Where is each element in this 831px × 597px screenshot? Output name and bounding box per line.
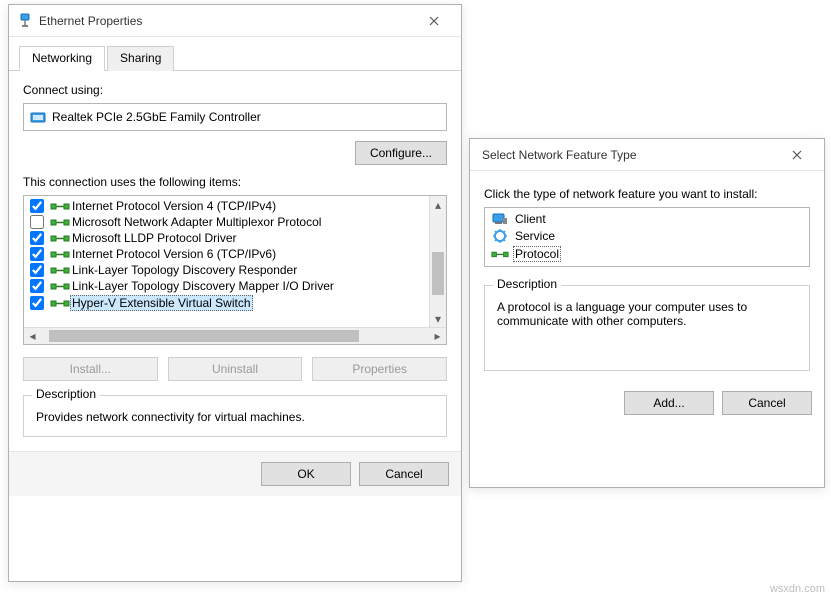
configure-button[interactable]: Configure...	[355, 141, 447, 165]
list-item[interactable]: Link-Layer Topology Discovery Mapper I/O…	[26, 278, 427, 294]
item-checkbox[interactable]	[30, 231, 44, 245]
properties-button[interactable]: Properties	[312, 357, 447, 381]
ok-button[interactable]: OK	[261, 462, 351, 486]
list-item[interactable]: Internet Protocol Version 4 (TCP/IPv4)	[26, 198, 427, 214]
tabstrip: Networking Sharing	[9, 45, 461, 71]
items-listbox[interactable]: Internet Protocol Version 4 (TCP/IPv4) Mi…	[23, 195, 447, 345]
protocol-icon	[50, 216, 66, 228]
protocol-icon	[50, 232, 66, 244]
feature-label: Client	[513, 212, 548, 226]
horizontal-scrollbar[interactable]: ◂ ▸	[24, 327, 446, 344]
protocol-icon	[50, 200, 66, 212]
feature-description-legend: Description	[493, 277, 561, 291]
feature-label: Service	[513, 229, 557, 243]
protocol-icon	[50, 297, 66, 309]
window-title: Select Network Feature Type	[478, 148, 778, 162]
feature-listbox[interactable]: Client Service Protocol	[484, 207, 810, 267]
feature-footer: Add... Cancel	[470, 381, 824, 425]
scroll-right-arrow[interactable]: ▸	[429, 328, 446, 344]
feature-header: Click the type of network feature you wa…	[484, 187, 810, 201]
list-item[interactable]: Microsoft Network Adapter Multiplexor Pr…	[26, 214, 427, 230]
scroll-down-arrow[interactable]: ▾	[430, 310, 446, 327]
titlebar: Ethernet Properties	[9, 5, 461, 37]
items-label: This connection uses the following items…	[23, 175, 447, 189]
ethernet-icon	[17, 13, 33, 29]
item-label: Hyper-V Extensible Virtual Switch	[70, 295, 253, 311]
item-label: Link-Layer Topology Discovery Mapper I/O…	[70, 279, 336, 293]
description-text: Provides network connectivity for virtua…	[36, 410, 434, 424]
item-label: Microsoft LLDP Protocol Driver	[70, 231, 239, 245]
description-legend: Description	[32, 387, 100, 401]
item-label: Link-Layer Topology Discovery Responder	[70, 263, 299, 277]
list-item[interactable]: Internet Protocol Version 6 (TCP/IPv6)	[26, 246, 427, 262]
description-group: Description Provides network connectivit…	[23, 395, 447, 437]
scroll-up-arrow[interactable]: ▴	[430, 196, 446, 213]
adapter-icon	[30, 109, 46, 125]
item-checkbox[interactable]	[30, 296, 44, 310]
protocol-icon	[50, 280, 66, 292]
item-checkbox[interactable]	[30, 215, 44, 229]
item-checkbox[interactable]	[30, 279, 44, 293]
watermark: wsxdn.com	[770, 583, 825, 595]
tab-sharing[interactable]: Sharing	[107, 46, 174, 71]
uninstall-button[interactable]: Uninstall	[168, 357, 303, 381]
protocol-icon	[50, 248, 66, 260]
item-buttons-row: Install... Uninstall Properties	[23, 357, 447, 381]
cancel-button[interactable]: Cancel	[359, 462, 449, 486]
feature-description-text: A protocol is a language your computer u…	[497, 300, 797, 328]
feature-item[interactable]: Protocol	[487, 245, 807, 263]
dialog-footer: OK Cancel	[9, 451, 461, 496]
connect-using-label: Connect using:	[23, 83, 447, 97]
cancel-button[interactable]: Cancel	[722, 391, 812, 415]
item-label: Microsoft Network Adapter Multiplexor Pr…	[70, 215, 323, 229]
client-icon	[491, 212, 509, 226]
protocol-icon	[491, 248, 509, 260]
networking-panel: Connect using: Realtek PCIe 2.5GbE Famil…	[9, 71, 461, 451]
tab-networking[interactable]: Networking	[19, 46, 105, 71]
add-button[interactable]: Add...	[624, 391, 714, 415]
select-feature-window: Select Network Feature Type Click the ty…	[469, 138, 825, 488]
item-checkbox[interactable]	[30, 199, 44, 213]
vertical-scrollbar[interactable]: ▴ ▾	[429, 196, 446, 327]
list-item[interactable]: Hyper-V Extensible Virtual Switch	[26, 294, 427, 312]
item-checkbox[interactable]	[30, 247, 44, 261]
titlebar: Select Network Feature Type	[470, 139, 824, 171]
list-item[interactable]: Microsoft LLDP Protocol Driver	[26, 230, 427, 246]
scroll-thumb-h[interactable]	[49, 330, 359, 342]
select-feature-panel: Click the type of network feature you wa…	[470, 171, 824, 381]
list-item[interactable]: Link-Layer Topology Discovery Responder	[26, 262, 427, 278]
protocol-icon	[50, 264, 66, 276]
close-button[interactable]	[415, 7, 453, 35]
item-checkbox[interactable]	[30, 263, 44, 277]
feature-item[interactable]: Client	[487, 211, 807, 227]
ethernet-properties-window: Ethernet Properties Networking Sharing C…	[8, 4, 462, 582]
feature-description-group: Description A protocol is a language you…	[484, 285, 810, 371]
feature-item[interactable]: Service	[487, 227, 807, 245]
window-title: Ethernet Properties	[39, 14, 415, 28]
scroll-thumb-v[interactable]	[432, 252, 444, 296]
install-button[interactable]: Install...	[23, 357, 158, 381]
close-button[interactable]	[778, 141, 816, 169]
adapter-box[interactable]: Realtek PCIe 2.5GbE Family Controller	[23, 103, 447, 131]
scroll-left-arrow[interactable]: ◂	[24, 328, 41, 344]
item-label: Internet Protocol Version 4 (TCP/IPv4)	[70, 199, 278, 213]
item-label: Internet Protocol Version 6 (TCP/IPv6)	[70, 247, 278, 261]
service-icon	[491, 228, 509, 244]
feature-label: Protocol	[513, 246, 561, 262]
adapter-name: Realtek PCIe 2.5GbE Family Controller	[52, 110, 261, 124]
